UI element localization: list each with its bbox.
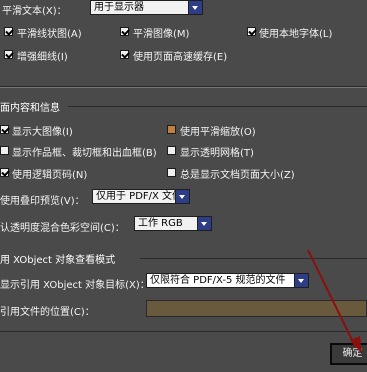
- arrow-pointer-icon: [307, 249, 362, 354]
